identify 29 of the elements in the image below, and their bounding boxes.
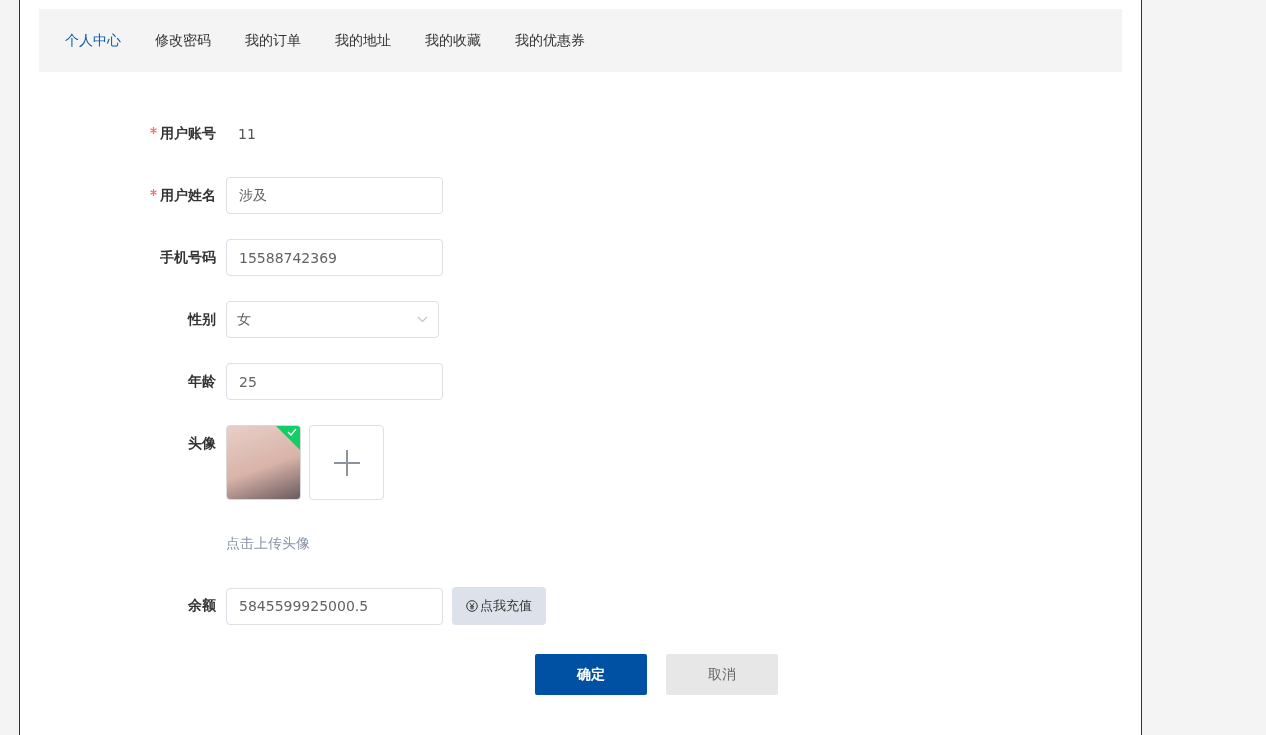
tab[interactable]: 我的地址 [325,31,401,50]
tab[interactable]: 我的收藏 [415,31,491,50]
input-field[interactable]: 25 [226,363,443,400]
required-asterisk-icon [150,189,157,196]
upload-button[interactable] [309,425,384,500]
field-label: 头像 [188,435,216,453]
field-label: 性别 [188,310,216,329]
plus-icon [333,449,360,476]
tab[interactable]: 个人中心 [55,31,131,50]
confirm-button[interactable]: 确定 [535,654,647,695]
upload-hint: 点击上传头像 [226,534,310,553]
tab[interactable]: 我的订单 [235,31,311,50]
recharge-button[interactable]: 点我充值 [452,587,546,625]
tab[interactable]: 修改密码 [145,31,221,50]
chevron-down-icon [417,316,428,323]
field-label: 余额 [188,597,216,615]
field-label: 手机号码 [160,248,216,267]
input-field[interactable]: 涉及 [226,177,443,214]
cancel-button[interactable]: 取消 [666,654,778,695]
tab[interactable]: 我的优惠券 [505,31,595,50]
required-asterisk-icon [150,127,157,134]
gender-select[interactable]: 女 [226,301,439,338]
input-field[interactable]: 5845599925000.5 [226,587,443,625]
account-value: 11 [237,125,256,142]
field-label: 年龄 [188,372,216,391]
field-label: 用户姓名 [160,186,216,205]
yen-coin-icon [466,600,478,612]
input-field[interactable]: 15588742369 [226,239,443,276]
field-label: 用户账号 [160,124,216,143]
